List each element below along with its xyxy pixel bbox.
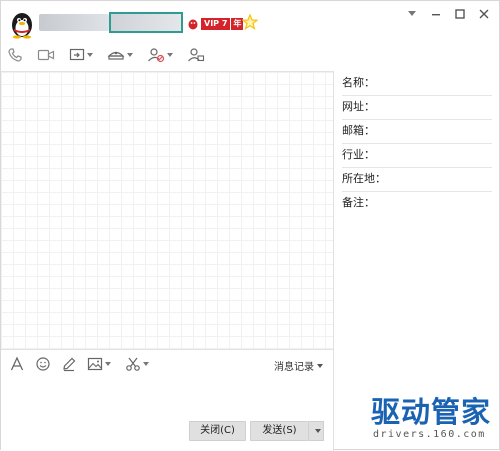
info-field-name: 名称：: [342, 71, 492, 96]
screen-share-icon[interactable]: [69, 47, 93, 63]
emoji-icon[interactable]: [35, 356, 51, 372]
chevron-down-icon: [317, 363, 323, 368]
chat-toolbar: [7, 45, 205, 65]
close-icon[interactable]: [477, 7, 491, 21]
video-icon[interactable]: [37, 47, 55, 63]
close-button[interactable]: 关闭(C): [189, 421, 246, 441]
input-toolbar: 消息记录: [1, 349, 333, 379]
message-input-area[interactable]: 关闭(C) 发送(S): [1, 379, 333, 451]
info-field-location: 所在地：: [342, 167, 492, 192]
send-options-dropdown[interactable]: [308, 421, 324, 441]
info-field-remark: 备注：: [342, 196, 375, 209]
info-field-industry: 行业：: [342, 143, 492, 168]
contact-name-blurred: [39, 14, 109, 31]
chevron-down-icon: [315, 429, 321, 433]
star-icon[interactable]: [242, 14, 258, 30]
scissors-icon[interactable]: [125, 356, 149, 372]
chevron-down-icon[interactable]: [405, 7, 419, 21]
send-button[interactable]: 发送(S): [250, 421, 308, 441]
vip-penguin-icon: [188, 19, 198, 29]
group-chat-icon[interactable]: [187, 47, 205, 63]
watermark-url: drivers.160.com: [373, 429, 486, 440]
pen-icon[interactable]: [61, 356, 77, 372]
input-toolbar-icons: [9, 356, 149, 372]
message-history-label: 消息记录: [274, 362, 314, 373]
qq-penguin-avatar[interactable]: [7, 9, 37, 39]
add-friend-icon[interactable]: [147, 47, 173, 63]
info-field-website: 网址：: [342, 95, 492, 120]
chat-window: VIP 7 年 名称： 网址： 邮箱： 行业： 所在地： 备注： 消息记录 关闭…: [0, 0, 500, 451]
vip-badge[interactable]: VIP 7 年: [187, 17, 244, 30]
info-field-email: 邮箱：: [342, 119, 492, 144]
font-icon[interactable]: [9, 356, 25, 372]
vip-level-label: VIP 7: [201, 17, 231, 30]
remote-assist-icon[interactable]: [107, 47, 133, 63]
phone-icon[interactable]: [7, 47, 23, 63]
chat-header: VIP 7 年: [1, 1, 499, 71]
contact-nickname-highlighted[interactable]: [109, 12, 183, 33]
chat-message-area[interactable]: [1, 71, 333, 349]
message-history-button[interactable]: 消息记录: [274, 358, 323, 373]
watermark-title: 驱动管家: [371, 395, 492, 429]
watermark: 驱动管家 drivers.160.com: [367, 389, 497, 449]
image-icon[interactable]: [87, 356, 111, 372]
window-controls: [405, 7, 491, 21]
minimize-icon[interactable]: [429, 7, 443, 21]
maximize-icon[interactable]: [453, 7, 467, 21]
